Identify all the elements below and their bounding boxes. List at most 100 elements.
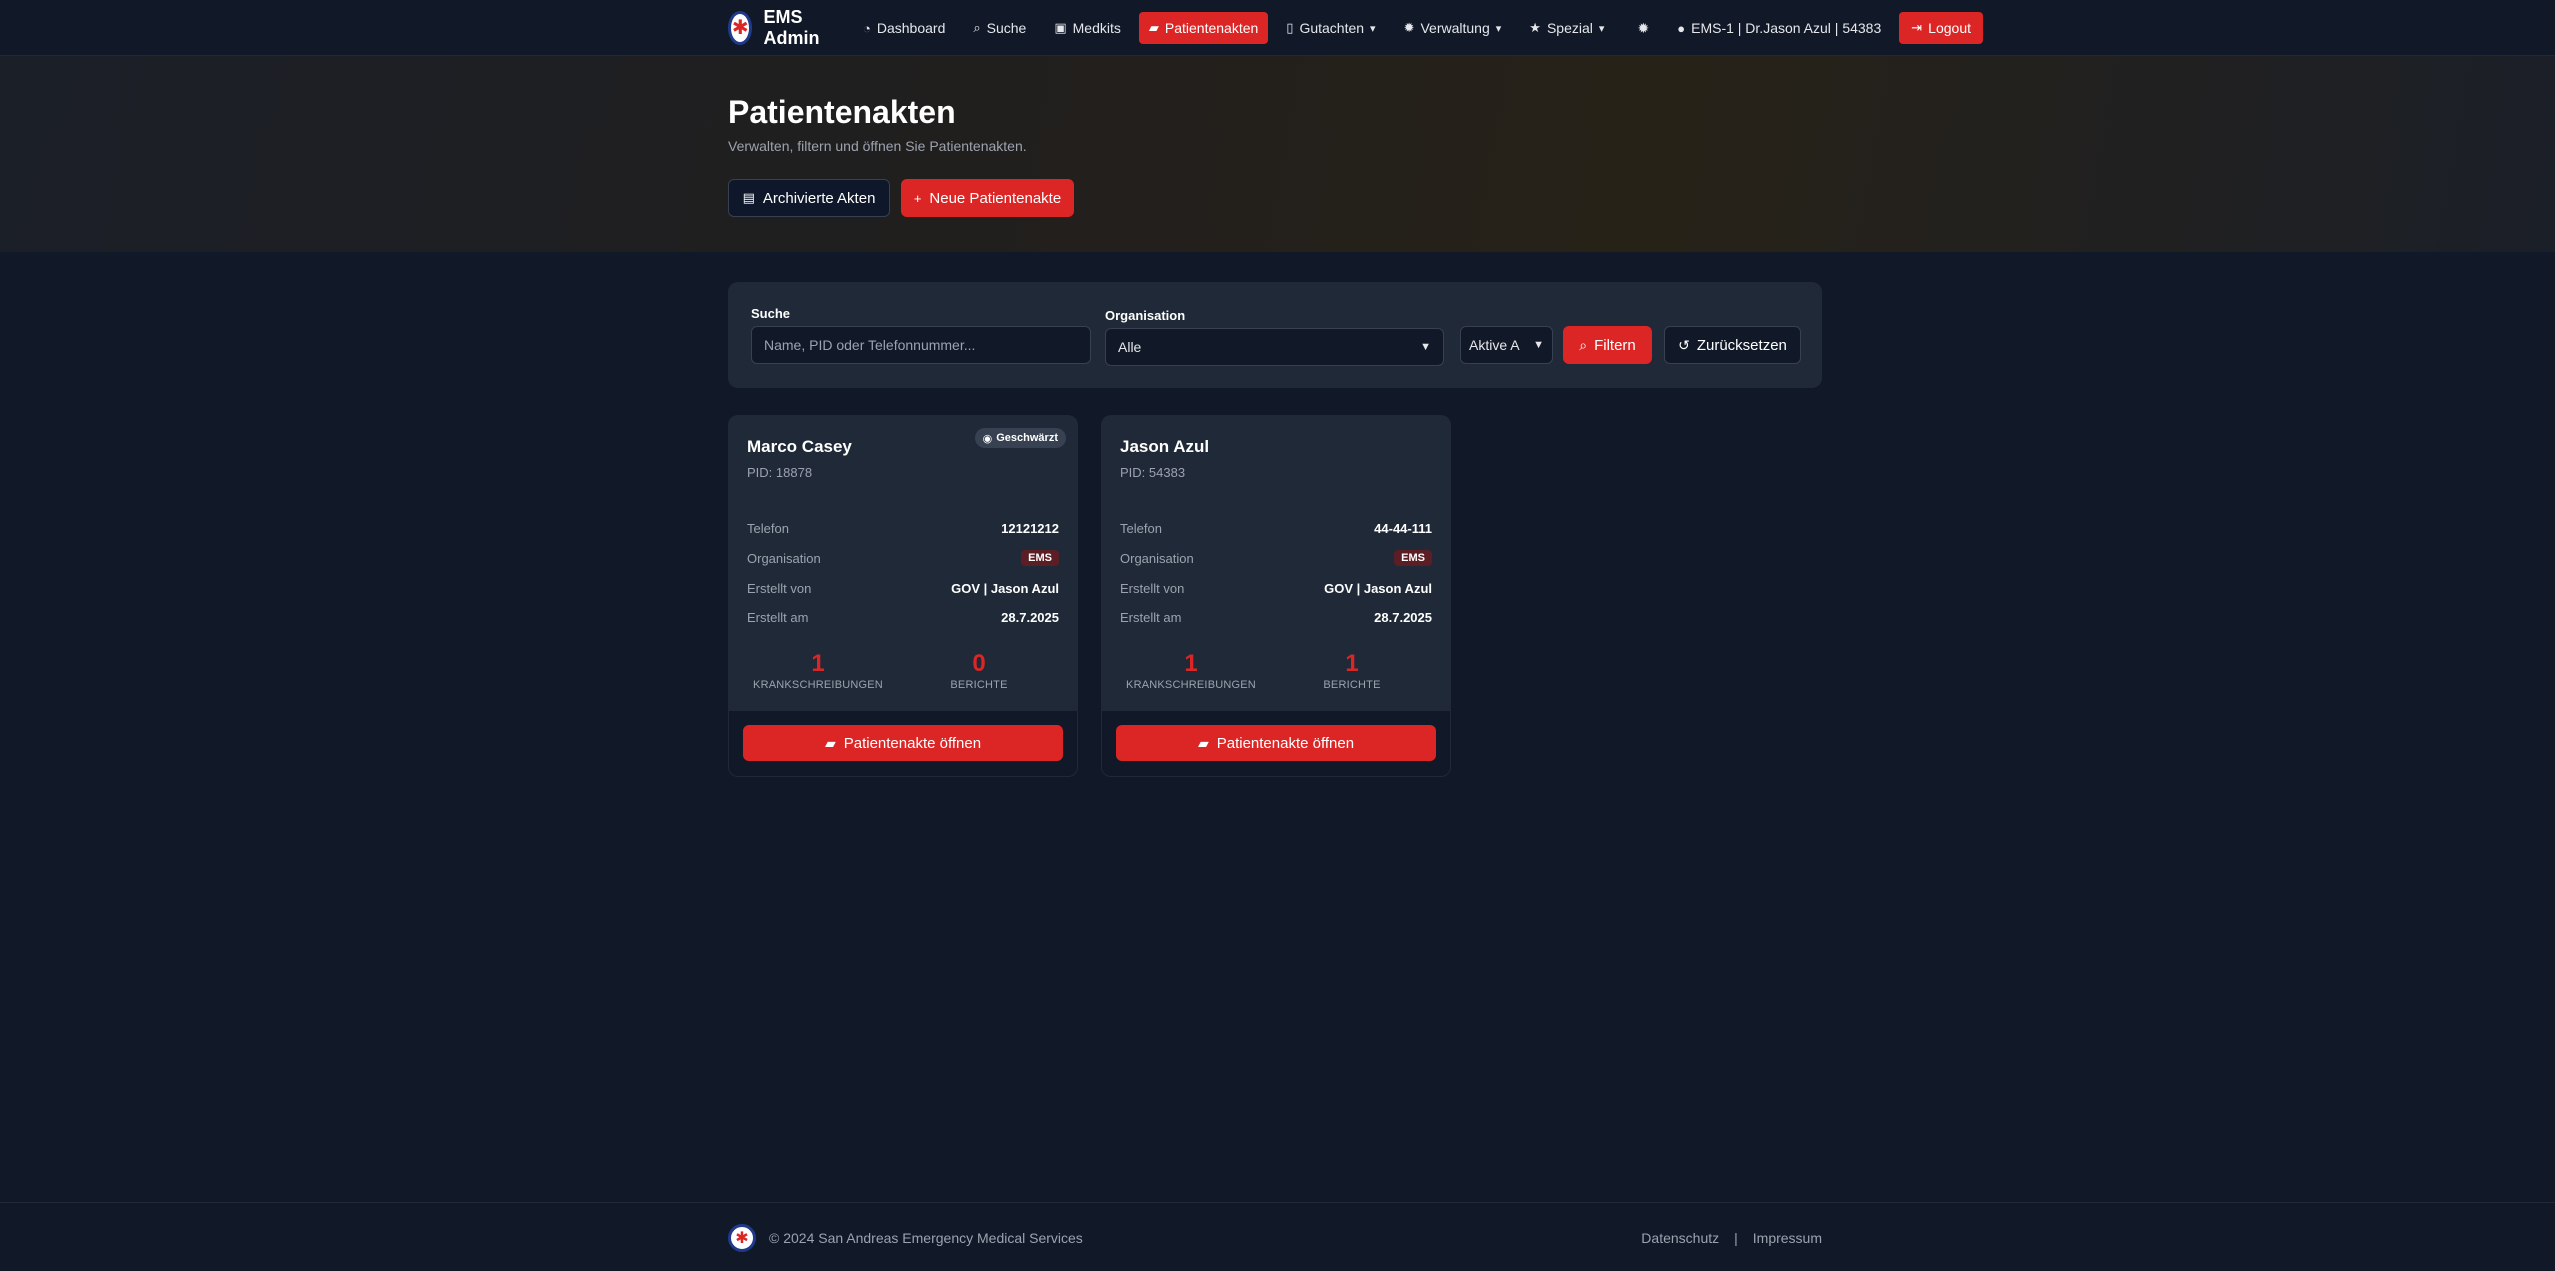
- sick-notes-count: 1: [811, 650, 825, 677]
- organisation-key: Organisation: [1120, 550, 1194, 566]
- user-menu[interactable]: ● EMS-1 | Dr.Jason Azul | 54383: [1667, 12, 1891, 44]
- chevron-down-icon: ▾: [1598, 22, 1605, 35]
- reports-label: BERICHTE: [1323, 679, 1381, 691]
- search-icon: ⌕: [1579, 336, 1588, 353]
- logout-label: Logout: [1928, 20, 1971, 36]
- ems-logo-icon: ✱: [728, 1224, 756, 1252]
- creator-key: Erstellt von: [747, 580, 812, 596]
- page-subtitle: Verwalten, filtern und öffnen Sie Patien…: [728, 138, 1027, 154]
- archived-files-button[interactable]: ▤ Archivierte Akten: [728, 179, 890, 217]
- organisation-select[interactable]: Alle ▼: [1105, 328, 1444, 366]
- status-select-value: Aktive A: [1469, 337, 1520, 353]
- navbar-inner: ✱ EMS Admin ◔ Dashboard ⌕ Suche ▣ Medkit…: [728, 0, 1983, 56]
- sick-notes-label: KRANKSCHREIBUNGEN: [1126, 679, 1256, 691]
- gauge-icon: ◔: [863, 20, 871, 36]
- created-date-row: Erstellt am 28.7.2025: [747, 607, 1059, 627]
- archived-files-label: Archivierte Akten: [762, 189, 876, 207]
- reports-label: BERICHTE: [950, 679, 1008, 691]
- search-icon: ⌕: [973, 20, 981, 35]
- brand[interactable]: ✱ EMS Admin: [728, 7, 829, 49]
- logout-button[interactable]: ⇥ Logout: [1899, 12, 1983, 44]
- open-patient-file-button[interactable]: ▰ Patientenakte öffnen: [1116, 725, 1436, 761]
- gear-icon: ✹: [1403, 20, 1415, 35]
- organisation-key: Organisation: [747, 550, 821, 566]
- top-navbar: ✱ EMS Admin ◔ Dashboard ⌕ Suche ▣ Medkit…: [0, 0, 2555, 56]
- creator-row: Erstellt von GOV | Jason Azul: [1120, 578, 1432, 598]
- created-date-value: 28.7.2025: [1001, 609, 1059, 625]
- chevron-down-icon: ▼: [1533, 339, 1544, 351]
- nav-item-label: Dashboard: [876, 20, 946, 36]
- search-label: Suche: [751, 306, 791, 321]
- imprint-link[interactable]: Impressum: [1753, 1230, 1822, 1246]
- reports-stat: 1 BERICHTE: [1282, 650, 1422, 692]
- folder-open-icon: ▰: [824, 734, 836, 751]
- open-patient-file-label: Patientenakte öffnen: [843, 734, 982, 752]
- redacted-badge-label: Geschwärzt: [996, 432, 1058, 444]
- user-label: EMS-1 | Dr.Jason Azul | 54383: [1691, 20, 1882, 36]
- nav-item-label: Verwaltung: [1420, 20, 1490, 36]
- patient-pid: PID: 54383: [1120, 465, 1186, 480]
- reports-count: 1: [1345, 650, 1359, 677]
- organisation-label: Organisation: [1105, 308, 1186, 323]
- footer-separator: |: [1734, 1230, 1738, 1246]
- nav-item-label: Patientenakten: [1164, 20, 1259, 36]
- organisation-row: Organisation EMS: [747, 548, 1059, 568]
- filter-panel: Suche Organisation Alle ▼ Aktive A ▼ ⌕ F…: [728, 282, 1822, 388]
- page-hero: [0, 56, 2555, 252]
- medkit-icon: ▣: [1054, 20, 1067, 35]
- status-select[interactable]: Aktive A ▼: [1460, 326, 1553, 364]
- patient-name: Jason Azul: [1120, 437, 1210, 456]
- nav-item-patientenakten[interactable]: ▰ Patientenakten: [1138, 12, 1269, 44]
- plus-icon: +: [913, 190, 922, 206]
- sun-icon: ✹: [1637, 19, 1650, 36]
- nav-item-gutachten[interactable]: ▯ Gutachten ▾: [1276, 12, 1385, 44]
- created-date-key: Erstellt am: [1120, 609, 1182, 625]
- nav-item-dashboard[interactable]: ◔ Dashboard: [853, 12, 955, 44]
- brand-title: EMS Admin: [763, 7, 820, 48]
- filter-button-label: Filtern: [1594, 336, 1636, 354]
- logout-icon: ⇥: [1911, 20, 1923, 35]
- reports-stat: 0 BERICHTE: [909, 650, 1049, 692]
- organisation-badge: EMS: [1021, 550, 1059, 566]
- reset-button[interactable]: ↺ Zurücksetzen: [1664, 326, 1801, 364]
- patient-name: Marco Casey: [747, 437, 852, 456]
- nav-item-label: Spezial: [1546, 20, 1593, 36]
- ems-logo-icon: ✱: [728, 11, 753, 45]
- nav-item-medkits[interactable]: ▣ Medkits: [1044, 12, 1131, 44]
- phone-value: 12121212: [1001, 520, 1059, 536]
- created-date-row: Erstellt am 28.7.2025: [1120, 607, 1432, 627]
- redacted-badge: ◉ Geschwärzt: [974, 428, 1066, 448]
- organisation-select-value: Alle: [1118, 339, 1142, 355]
- nav-item-label: Gutachten: [1299, 20, 1365, 36]
- nav-item-spezial[interactable]: ★ Spezial ▾: [1519, 12, 1614, 44]
- nav-item-suche[interactable]: ⌕ Suche: [963, 12, 1036, 44]
- filter-button[interactable]: ⌕ Filtern: [1563, 326, 1652, 364]
- creator-row: Erstellt von GOV | Jason Azul: [747, 578, 1059, 598]
- nav-item-verwaltung[interactable]: ✹ Verwaltung ▾: [1394, 12, 1512, 44]
- chevron-down-icon: ▾: [1495, 22, 1502, 35]
- footer-links: Datenschutz | Impressum: [1641, 1230, 1822, 1246]
- new-patient-file-button[interactable]: + Neue Patientenakte: [901, 179, 1074, 217]
- creator-value: GOV | Jason Azul: [951, 580, 1059, 596]
- privacy-link[interactable]: Datenschutz: [1641, 1230, 1719, 1246]
- eye-slash-icon: ◉: [982, 432, 993, 445]
- footer-copyright: © 2024 San Andreas Emergency Medical Ser…: [769, 1230, 1083, 1246]
- reset-button-label: Zurücksetzen: [1696, 336, 1787, 354]
- search-input[interactable]: [751, 326, 1091, 364]
- user-circle-icon: ●: [1677, 20, 1686, 36]
- folder-open-icon: ▰: [1148, 20, 1159, 35]
- chevron-down-icon: ▼: [1420, 341, 1431, 353]
- reports-count: 0: [972, 650, 986, 677]
- theme-toggle-button[interactable]: ✹: [1628, 12, 1660, 44]
- open-patient-file-label: Patientenakte öffnen: [1216, 734, 1355, 752]
- created-date-key: Erstellt am: [747, 609, 809, 625]
- sick-notes-stat: 1 KRANKSCHREIBUNGEN: [1121, 650, 1261, 692]
- chevron-down-icon: ▾: [1370, 22, 1376, 35]
- nav-item-label: Suche: [986, 20, 1027, 36]
- phone-value: 44-44-111: [1374, 520, 1432, 536]
- phone-key: Telefon: [747, 520, 789, 536]
- sick-notes-count: 1: [1184, 650, 1198, 677]
- nav-item-label: Medkits: [1072, 20, 1121, 36]
- creator-value: GOV | Jason Azul: [1324, 580, 1432, 596]
- open-patient-file-button[interactable]: ▰ Patientenakte öffnen: [743, 725, 1063, 761]
